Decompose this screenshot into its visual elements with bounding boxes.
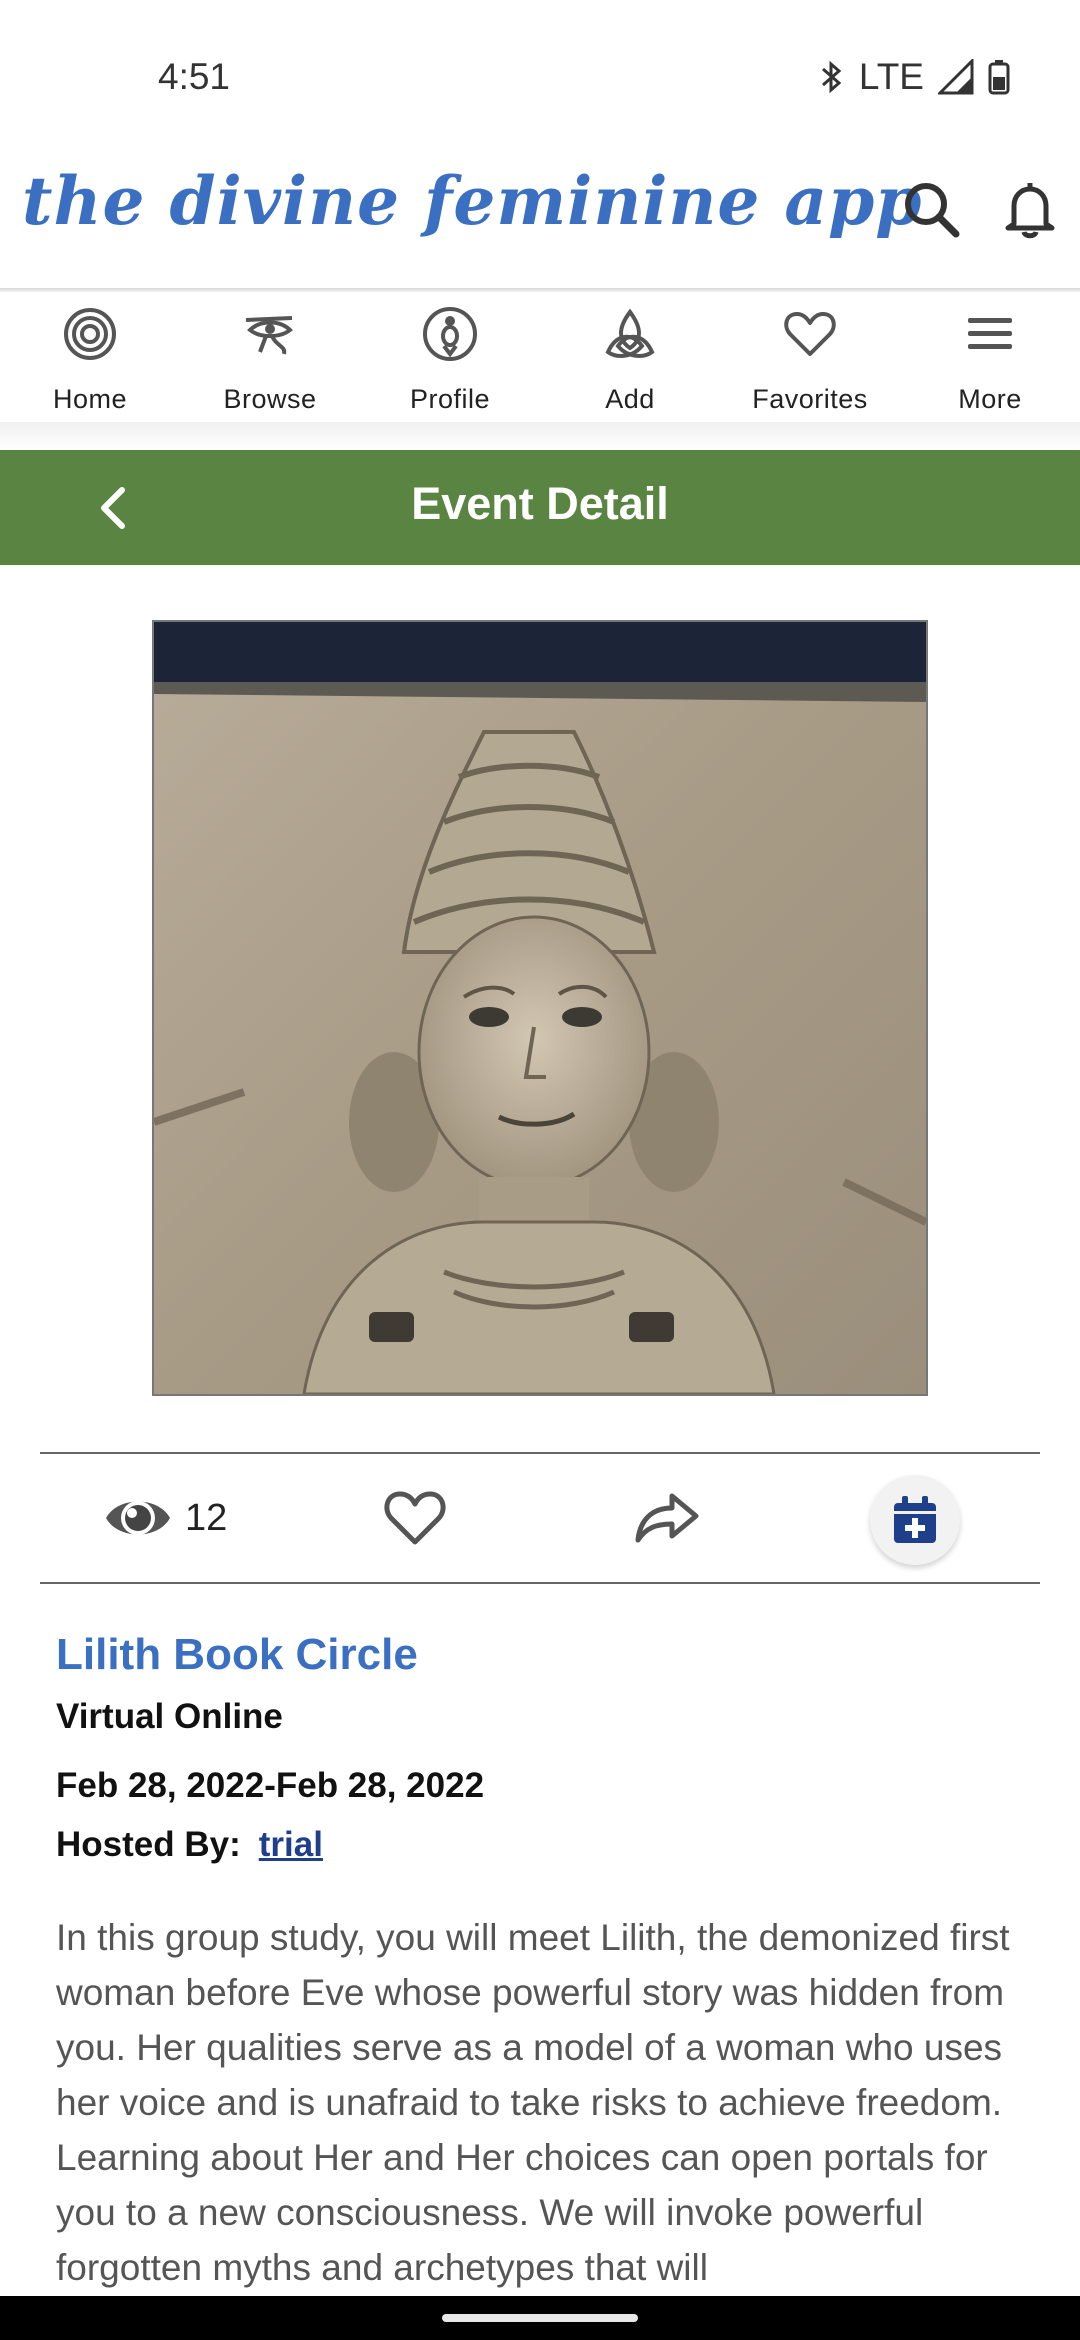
main-nav: Home Browse Profile Add Favorites More xyxy=(0,292,1080,422)
host-link[interactable]: trial xyxy=(259,1825,323,1864)
event-title: Lilith Book Circle xyxy=(56,1630,418,1679)
event-description: In this group study, you will meet Lilit… xyxy=(56,1917,1010,2288)
nav-item-browse[interactable]: Browse xyxy=(180,292,360,422)
network-type: LTE xyxy=(858,56,924,97)
views-count: 12 xyxy=(185,1497,228,1539)
nav-label-favorites: Favorites xyxy=(752,384,868,414)
signal-icon xyxy=(938,59,974,95)
nav-item-home[interactable]: Home xyxy=(0,292,180,422)
system-nav-bar xyxy=(0,2296,1080,2340)
calendar-plus-icon xyxy=(894,1496,936,1543)
action-divider-bottom xyxy=(40,1582,1040,1584)
goddess-icon xyxy=(423,307,477,361)
page-title: Event Detail xyxy=(411,478,669,529)
battery-icon xyxy=(988,60,1010,95)
add-to-calendar-button[interactable] xyxy=(870,1475,960,1565)
notification-bell-icon[interactable] xyxy=(1000,180,1060,240)
nav-item-profile[interactable]: Profile xyxy=(360,292,540,422)
nav-label-browse: Browse xyxy=(223,384,317,414)
views-eye-icon xyxy=(106,1501,170,1535)
search-icon[interactable] xyxy=(902,180,962,240)
hamburger-icon xyxy=(968,318,1012,349)
hosted-by-label: Hosted By: xyxy=(56,1825,241,1864)
eye-of-horus-icon xyxy=(245,316,293,355)
hosted-by: Hosted By: trial xyxy=(56,1825,323,1865)
status-icons: LTE xyxy=(819,56,1010,98)
app-logo[interactable]: the divine feminine app xyxy=(22,162,922,240)
home-gesture-pill[interactable] xyxy=(442,2314,638,2322)
status-bar: 4:51 LTE xyxy=(0,0,1080,160)
share-arrow-icon[interactable] xyxy=(632,1490,702,1546)
triquetra-icon xyxy=(605,308,655,358)
status-time: 4:51 xyxy=(158,56,231,97)
heart-icon xyxy=(784,312,836,356)
event-location: Virtual Online xyxy=(56,1697,283,1736)
nav-item-more[interactable]: More xyxy=(900,292,1080,422)
nav-label-more: More xyxy=(958,384,1022,414)
title-bar: Event Detail xyxy=(0,450,1080,565)
event-image[interactable] xyxy=(152,620,928,1396)
favorite-heart-icon[interactable] xyxy=(383,1488,447,1548)
spiral-icon xyxy=(64,308,116,360)
event-dates: Feb 28, 2022-Feb 28, 2022 xyxy=(56,1766,485,1805)
nav-item-favorites[interactable]: Favorites xyxy=(720,292,900,422)
nav-item-add[interactable]: Add xyxy=(540,292,720,422)
nav-label-home: Home xyxy=(52,384,128,414)
action-divider-top xyxy=(40,1452,1040,1454)
bluetooth-icon xyxy=(821,60,842,94)
nav-label-add: Add xyxy=(605,384,655,414)
nav-label-profile: Profile xyxy=(409,384,491,414)
nav-divider xyxy=(0,422,1080,450)
goddess-relief-image xyxy=(154,622,926,1394)
